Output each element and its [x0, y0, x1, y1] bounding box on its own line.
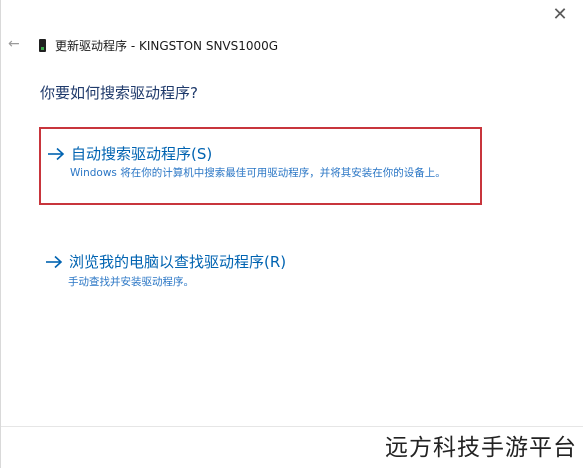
footer-divider: [1, 426, 583, 427]
auto-search-option[interactable]: 自动搜索驱动程序(S) Windows 将在你的计算机中搜索最佳可用驱动程序，并…: [39, 127, 482, 205]
back-arrow-icon: ←: [8, 36, 20, 52]
browse-title-row[interactable]: 浏览我的电脑以查找驱动程序(R): [45, 251, 286, 272]
page-heading: 你要如何搜索驱动程序?: [40, 84, 198, 102]
auto-search-title-row[interactable]: 自动搜索驱动程序(S): [47, 143, 212, 164]
back-button[interactable]: ←: [8, 33, 24, 55]
dialog-title-bar: 更新驱动程序 - KINGSTON SNVS1000G: [39, 35, 278, 55]
watermark-text: 远方科技手游平台: [385, 435, 577, 461]
auto-search-description: Windows 将在你的计算机中搜索最佳可用驱动程序，并将其安装在你的设备上。: [70, 167, 446, 179]
close-button[interactable]: ✕: [549, 4, 571, 26]
close-icon: ✕: [552, 4, 568, 25]
arrow-right-icon: [48, 147, 65, 160]
browse-computer-option[interactable]: 浏览我的电脑以查找驱动程序(R) 手动查找并安装驱动程序。: [39, 244, 482, 294]
browse-computer-title[interactable]: 浏览我的电脑以查找驱动程序(R): [69, 251, 286, 272]
usb-drive-icon: [39, 38, 46, 52]
auto-search-title[interactable]: 自动搜索驱动程序(S): [71, 143, 212, 164]
update-driver-dialog: ✕ ← 更新驱动程序 - KINGSTON SNVS1000G 你要如何搜索驱动…: [0, 0, 583, 468]
dialog-title: 更新驱动程序 - KINGSTON SNVS1000G: [55, 38, 279, 53]
browse-computer-description: 手动查找并安装驱动程序。: [68, 276, 194, 288]
arrow-right-icon: [46, 255, 63, 268]
